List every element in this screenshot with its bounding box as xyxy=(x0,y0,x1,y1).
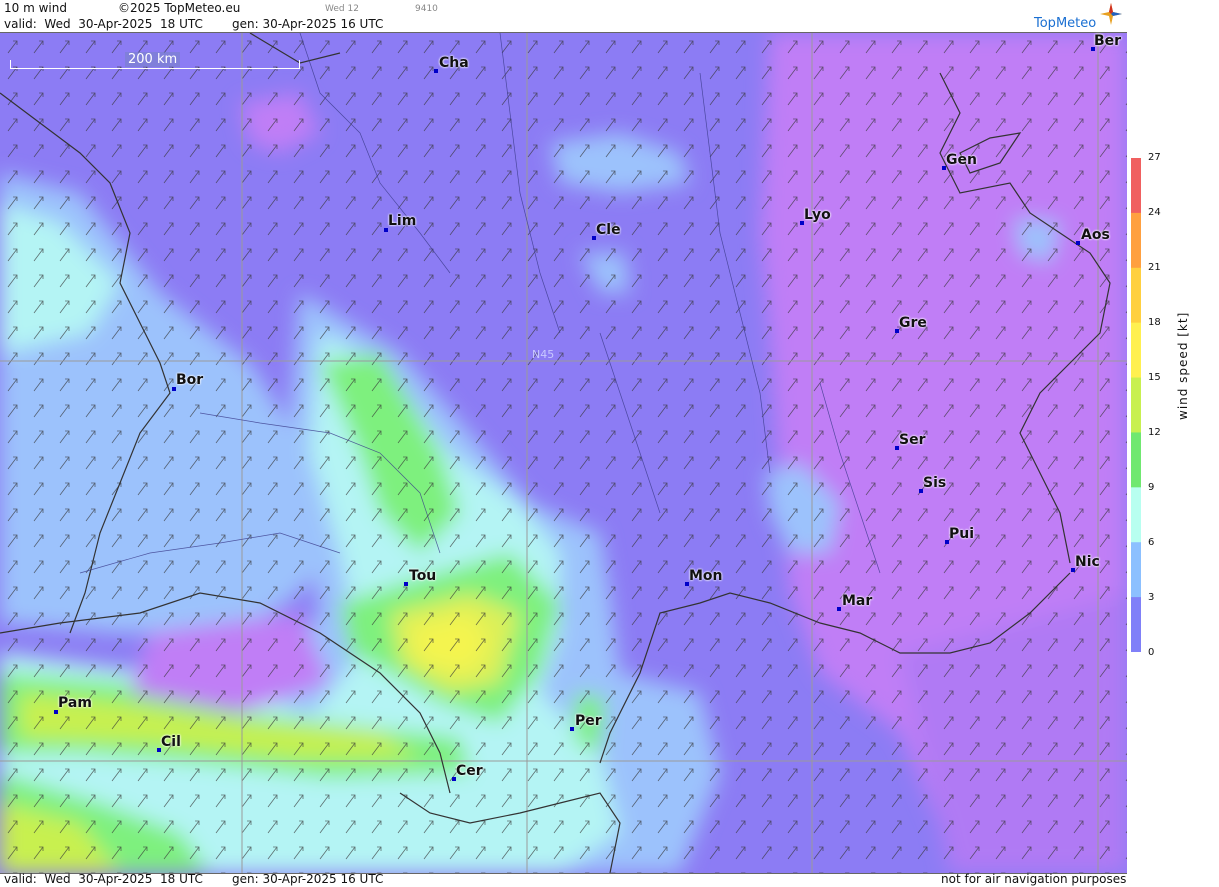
generated-time: gen: 30-Apr-2025 16 UTC xyxy=(232,17,384,31)
city-label-cer[interactable]: Cer xyxy=(456,763,483,779)
legend-tick: 18 xyxy=(1148,317,1161,328)
legend-tick: 9 xyxy=(1148,482,1155,493)
city-label-mar[interactable]: Mar xyxy=(842,593,872,609)
city-label-nic[interactable]: Nic xyxy=(1075,554,1100,570)
valid-time: valid: Wed 30-Apr-2025 18 UTC xyxy=(4,17,203,31)
city-label-tou[interactable]: Tou xyxy=(409,568,436,584)
city-label-mon[interactable]: Mon xyxy=(689,568,723,584)
city-marker xyxy=(570,727,574,731)
city-marker xyxy=(434,69,438,73)
colorbar-segment xyxy=(1131,487,1141,544)
product-title: 10 m wind xyxy=(4,1,67,15)
colorbar-segment xyxy=(1131,432,1141,489)
scale-label: 200 km xyxy=(125,52,181,67)
city-label-cil[interactable]: Cil xyxy=(161,734,181,750)
colorbar-segment xyxy=(1131,212,1141,269)
legend-tick: 24 xyxy=(1148,207,1161,218)
city-marker xyxy=(404,582,408,586)
city-label-lyo[interactable]: Lyo xyxy=(804,207,831,223)
compass-star-icon xyxy=(1100,3,1122,25)
day-code: Wed 12 xyxy=(325,4,359,14)
colorbar-segment xyxy=(1131,158,1141,214)
legend-tick: 21 xyxy=(1148,262,1161,273)
latitude-label: N45 xyxy=(532,348,555,361)
legend-tick: 6 xyxy=(1148,537,1155,548)
colorbar-segment xyxy=(1131,377,1141,434)
colorbar-segment xyxy=(1131,597,1141,652)
legend-tick: 12 xyxy=(1148,427,1161,438)
city-label-pam[interactable]: Pam xyxy=(58,695,92,711)
city-label-lim[interactable]: Lim xyxy=(388,213,416,229)
colorbar-segment xyxy=(1131,542,1141,599)
wind-speed-colorbar xyxy=(1131,158,1141,652)
city-label-ber[interactable]: Ber xyxy=(1094,33,1121,49)
legend-tick: 3 xyxy=(1148,592,1155,603)
city-label-cle[interactable]: Cle xyxy=(596,222,621,238)
footer-valid-time: valid: Wed 30-Apr-2025 18 UTC xyxy=(4,872,203,886)
legend-tick: 0 xyxy=(1148,647,1155,658)
colorbar-segment xyxy=(1131,267,1141,324)
city-label-gre[interactable]: Gre xyxy=(899,315,927,331)
city-label-cha[interactable]: Cha xyxy=(439,55,469,71)
disclaimer: not for air navigation purposes xyxy=(941,872,1127,886)
legend-tick: 27 xyxy=(1148,152,1161,163)
city-marker xyxy=(1076,241,1080,245)
city-label-per[interactable]: Per xyxy=(575,713,602,729)
footer-generated-time: gen: 30-Apr-2025 16 UTC xyxy=(232,872,384,886)
city-label-gen[interactable]: Gen xyxy=(946,152,977,168)
legend-title: wind speed [kt] xyxy=(1176,311,1190,420)
city-label-aos[interactable]: Aos xyxy=(1081,227,1110,243)
colorbar-segment xyxy=(1131,322,1141,379)
city-label-pui[interactable]: Pui xyxy=(949,526,974,542)
run-code: 9410 xyxy=(415,4,438,14)
city-label-sis[interactable]: Sis xyxy=(923,475,946,491)
city-marker xyxy=(837,607,841,611)
legend-tick: 15 xyxy=(1148,372,1161,383)
topmeteo-logo[interactable]: TopMeteo xyxy=(1034,16,1096,31)
city-label-ser[interactable]: Ser xyxy=(899,432,925,448)
city-label-bor[interactable]: Bor xyxy=(176,372,203,388)
copyright-text: ©2025 TopMeteo.eu xyxy=(118,1,241,15)
